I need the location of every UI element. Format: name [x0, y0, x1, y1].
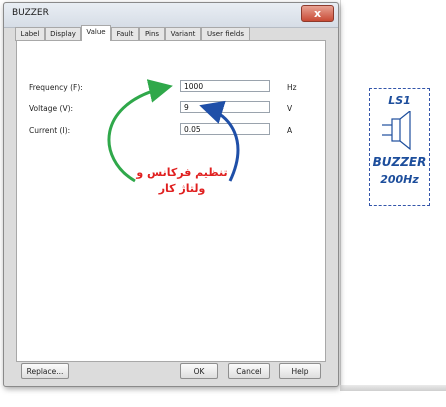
- tab-value[interactable]: Value: [81, 25, 111, 41]
- edit-component-dialog: BUZZER x Label Display Value Fault Pins …: [3, 2, 339, 387]
- value-tab-panel: Frequency (F): 1000 Hz Voltage (V): 9 V …: [16, 40, 326, 362]
- close-button[interactable]: x: [301, 5, 334, 22]
- tab-user-fields[interactable]: User fields: [201, 27, 250, 41]
- schematic-scrollbar[interactable]: [340, 385, 446, 391]
- tab-display[interactable]: Display: [45, 27, 81, 41]
- speaker-icon: [382, 111, 411, 151]
- symbol-name-label: BUZZER: [372, 155, 427, 169]
- cancel-button[interactable]: Cancel: [228, 363, 270, 379]
- dialog-titlebar[interactable]: BUZZER x: [4, 3, 338, 28]
- ok-button[interactable]: OK: [180, 363, 218, 379]
- tab-pins[interactable]: Pins: [139, 27, 165, 41]
- annotation-arrows: [107, 79, 240, 183]
- schematic-canvas-edge: [340, 0, 341, 385]
- help-button[interactable]: Help: [279, 363, 321, 379]
- annotation-line-1: تنظیم فرکانس و: [136, 166, 228, 179]
- buzzer-symbol[interactable]: LS1 BUZZER 200Hz: [369, 88, 430, 206]
- tab-variant[interactable]: Variant: [165, 27, 201, 41]
- symbol-ref-label: LS1: [388, 94, 411, 107]
- symbol-value-label: 200Hz: [380, 173, 419, 186]
- annotation-line-2: ولتاژ کار: [158, 182, 206, 195]
- dialog-title: BUZZER: [12, 8, 49, 18]
- tab-fault[interactable]: Fault: [111, 27, 139, 41]
- tab-label[interactable]: Label: [15, 27, 45, 41]
- replace-button[interactable]: Replace...: [21, 363, 69, 379]
- annotation-text: تنظیم فرکانس و ولتاژ کار: [127, 165, 237, 197]
